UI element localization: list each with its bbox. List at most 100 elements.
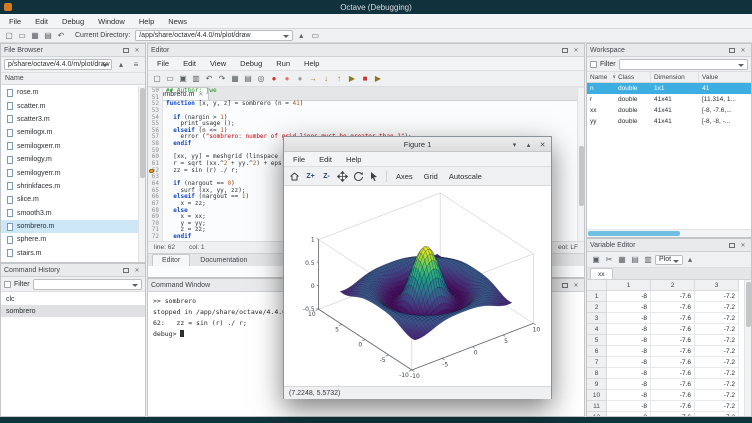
filter-checkbox[interactable]: [590, 61, 597, 68]
file-browser-path-combo[interactable]: p/share/octave/4.4.0/m/plot/draw: [4, 59, 112, 70]
menu-edit[interactable]: Edit: [28, 17, 55, 26]
undock-icon[interactable]: [121, 45, 131, 55]
file-browser-header[interactable]: File Browser ✕: [1, 44, 145, 57]
figure-menu-file[interactable]: File: [286, 155, 312, 164]
variable-grid-cell[interactable]: -7.6: [651, 412, 695, 417]
file-item[interactable]: sphere.m: [1, 233, 138, 246]
menu-debug[interactable]: Debug: [55, 17, 91, 26]
undock-icon[interactable]: [560, 280, 570, 290]
paste-icon[interactable]: ▤: [42, 30, 54, 41]
code-text[interactable]: function [x, y, z] = sombrero (n = 41): [163, 101, 303, 108]
variable-grid-row-header[interactable]: 10: [587, 390, 607, 401]
variable-grid-cell[interactable]: -8: [607, 313, 651, 324]
variable-grid-cell[interactable]: -7.6: [651, 357, 695, 368]
variable-grid-cell[interactable]: -8: [607, 291, 651, 302]
actions-icon[interactable]: ≡: [130, 59, 142, 70]
file-item[interactable]: semilogx.m: [1, 126, 138, 139]
editor-menu-edit[interactable]: Edit: [176, 59, 203, 68]
undo-icon[interactable]: ↶: [55, 30, 67, 41]
variable-grid-row-header[interactable]: 9: [587, 379, 607, 390]
new-script-icon[interactable]: ▢: [3, 30, 15, 41]
figure-minimize-icon[interactable]: ▾: [509, 139, 520, 150]
print-icon[interactable]: ▥: [190, 73, 202, 84]
dock-tab-documentation[interactable]: Documentation: [190, 254, 257, 266]
file-item[interactable]: stairs.m: [1, 247, 138, 260]
menu-window[interactable]: Window: [91, 17, 132, 26]
variable-grid-cell[interactable]: -7.2: [695, 390, 739, 401]
editor-scrollbar[interactable]: [577, 88, 584, 241]
current-directory-combo[interactable]: /app/share/octave/4.4.0/m/plot/draw: [135, 30, 293, 41]
save-icon[interactable]: ▣: [590, 254, 602, 265]
history-item[interactable]: sombrero: [1, 305, 145, 317]
file-item[interactable]: scatter.m: [1, 99, 138, 112]
menu-file[interactable]: File: [2, 17, 28, 26]
file-item[interactable]: semilogxerr.m: [1, 140, 138, 153]
editor-menu-debug[interactable]: Debug: [233, 59, 269, 68]
autoscale-button[interactable]: Autoscale: [445, 172, 486, 181]
history-item[interactable]: clc: [1, 293, 145, 305]
step-out-icon[interactable]: ↑: [333, 73, 345, 84]
variable-grid-cell[interactable]: -7.6: [651, 313, 695, 324]
variable-grid-row-header[interactable]: 12: [587, 412, 607, 417]
redo-icon[interactable]: ↷: [216, 73, 228, 84]
file-item[interactable]: rose.m: [1, 86, 138, 99]
variable-grid-cell[interactable]: -7.6: [651, 390, 695, 401]
step-icon[interactable]: →: [307, 73, 319, 84]
dock-tab-editor[interactable]: Editor: [152, 254, 190, 266]
workspace-hscrollbar[interactable]: [587, 229, 751, 237]
plot-combo[interactable]: Plot: [655, 255, 683, 265]
variable-grid-row-header[interactable]: 4: [587, 324, 607, 335]
editor-header[interactable]: Editor ✕: [148, 44, 584, 57]
folder-up-icon[interactable]: ▴: [115, 59, 127, 70]
variable-grid-cell[interactable]: -7.6: [651, 368, 695, 379]
figure-canvas[interactable]: [284, 186, 551, 386]
editor-menu-run[interactable]: Run: [269, 59, 297, 68]
variable-grid-cell[interactable]: -7.2: [695, 335, 739, 346]
file-item[interactable]: semilogy.m: [1, 153, 138, 166]
variable-grid-cell[interactable]: -8: [607, 335, 651, 346]
figure-maximize-icon[interactable]: ▴: [523, 139, 534, 150]
variable-grid-row-header[interactable]: 11: [587, 401, 607, 412]
file-item[interactable]: shrinkfaces.m: [1, 180, 138, 193]
select-icon[interactable]: [368, 169, 381, 183]
directory-up-icon[interactable]: ▴: [295, 30, 307, 41]
variable-grid-cell[interactable]: -7.2: [695, 324, 739, 335]
scrollbar-thumb[interactable]: [588, 231, 680, 236]
figure-menu-help[interactable]: Help: [339, 155, 368, 164]
figure-titlebar[interactable]: Figure 1 ▾▴✕: [284, 137, 551, 152]
scrollbar-thumb[interactable]: [579, 146, 584, 206]
variable-tab[interactable]: xx: [590, 268, 613, 279]
workspace-row[interactable]: xxdouble41x41[-8, -7.6,...: [587, 105, 751, 116]
undock-icon[interactable]: [727, 240, 737, 250]
variable-grid-cell[interactable]: -7.2: [695, 346, 739, 357]
variable-grid-cell[interactable]: -7.6: [651, 335, 695, 346]
filter-checkbox[interactable]: [4, 281, 11, 288]
file-item[interactable]: slice.m: [1, 193, 138, 206]
variable-grid-scrollbar[interactable]: [744, 280, 751, 416]
variable-grid-row-header[interactable]: 7: [587, 357, 607, 368]
variable-grid-cell[interactable]: -7.6: [651, 291, 695, 302]
workspace-col-dimension[interactable]: Dimension: [651, 72, 699, 82]
variable-grid-cell[interactable]: -7.2: [695, 368, 739, 379]
file-item[interactable]: semilogyerr.m: [1, 166, 138, 179]
menu-help[interactable]: Help: [132, 17, 161, 26]
variable-grid-col-header[interactable]: 3: [695, 280, 739, 291]
variable-grid-cell[interactable]: -7.2: [695, 313, 739, 324]
pan-icon[interactable]: [336, 169, 349, 183]
file-list-scrollbar[interactable]: [138, 86, 145, 262]
home-icon[interactable]: [288, 169, 301, 183]
close-icon[interactable]: ✕: [132, 265, 142, 275]
code-text[interactable]: endif: [163, 234, 191, 241]
workspace-row[interactable]: yydouble41x41[-8, -8, -...: [587, 116, 751, 127]
variable-grid-cell[interactable]: -7.6: [651, 324, 695, 335]
print-icon[interactable]: ▥: [642, 254, 654, 265]
workspace-col-name[interactable]: Name∨: [587, 72, 615, 82]
variable-grid-cell[interactable]: -7.6: [651, 379, 695, 390]
close-icon[interactable]: ✕: [571, 45, 581, 55]
file-item[interactable]: scatter3.m: [1, 113, 138, 126]
copy-icon[interactable]: ▦: [229, 73, 241, 84]
workspace-col-class[interactable]: Class: [615, 72, 651, 82]
editor-menu-help[interactable]: Help: [297, 59, 326, 68]
workspace-row[interactable]: rdouble41x41[11.314, 1...: [587, 94, 751, 105]
rotate-icon[interactable]: [352, 169, 365, 183]
